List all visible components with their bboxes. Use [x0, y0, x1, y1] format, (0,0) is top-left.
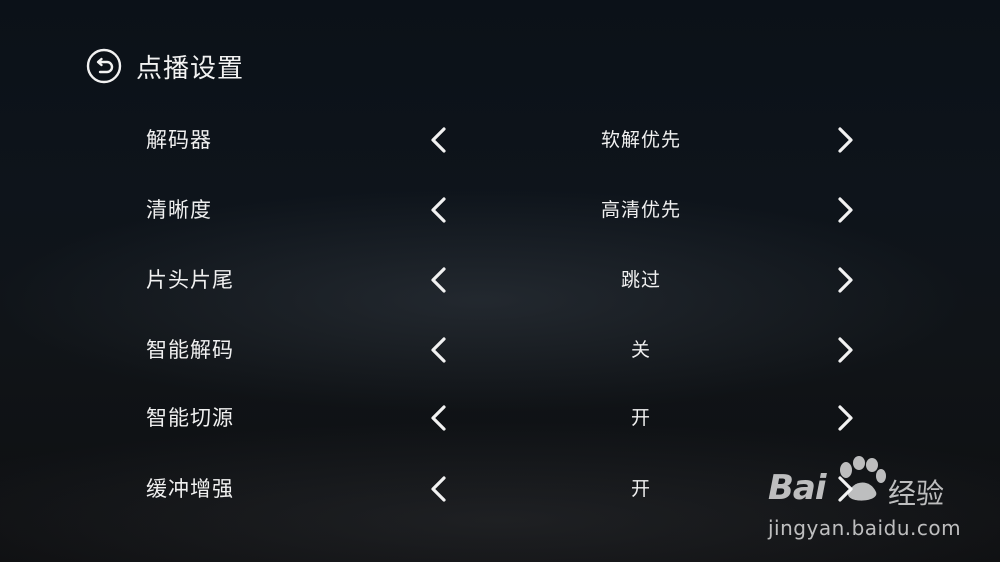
chevron-left-icon[interactable]	[424, 473, 456, 505]
chevron-right-icon[interactable]	[828, 402, 860, 434]
setting-value: 开	[630, 478, 651, 500]
setting-label: 解码器	[146, 128, 212, 152]
setting-label: 智能解码	[146, 338, 234, 362]
setting-row-intro-outro[interactable]: 片头片尾 跳过	[0, 258, 1000, 302]
setting-label: 缓冲增强	[146, 477, 234, 501]
setting-value: 关	[630, 339, 651, 361]
setting-row-smart-decode[interactable]: 智能解码 关	[0, 328, 1000, 372]
setting-row-decoder[interactable]: 解码器 软解优先	[0, 118, 1000, 162]
setting-label: 片头片尾	[146, 268, 234, 292]
chevron-left-icon[interactable]	[424, 334, 456, 366]
header: 点播设置	[86, 46, 244, 86]
watermark-url: jingyan.baidu.com	[768, 516, 962, 540]
settings-screen: 点播设置 解码器 软解优先 清晰度 高清优先 片头片尾 跳过 智能解码 关 智能…	[0, 0, 1000, 562]
chevron-left-icon[interactable]	[424, 402, 456, 434]
setting-label: 清晰度	[146, 198, 212, 222]
setting-value: 开	[630, 407, 651, 429]
setting-value: 高清优先	[600, 199, 681, 221]
setting-label: 智能切源	[146, 406, 234, 430]
chevron-right-icon[interactable]	[828, 334, 860, 366]
back-icon[interactable]	[86, 48, 122, 84]
setting-row-buffer-boost[interactable]: 缓冲增强 开	[0, 467, 1000, 511]
setting-value: 软解优先	[600, 129, 681, 151]
chevron-left-icon[interactable]	[424, 194, 456, 226]
page-title: 点播设置	[136, 53, 245, 84]
chevron-left-icon[interactable]	[424, 124, 456, 156]
setting-row-resolution[interactable]: 清晰度 高清优先	[0, 188, 1000, 232]
setting-row-smart-source[interactable]: 智能切源 开	[0, 396, 1000, 440]
setting-value: 跳过	[620, 269, 661, 291]
chevron-right-icon[interactable]	[828, 473, 860, 505]
chevron-left-icon[interactable]	[424, 264, 456, 296]
chevron-right-icon[interactable]	[828, 264, 860, 296]
chevron-right-icon[interactable]	[828, 194, 860, 226]
chevron-right-icon[interactable]	[828, 124, 860, 156]
